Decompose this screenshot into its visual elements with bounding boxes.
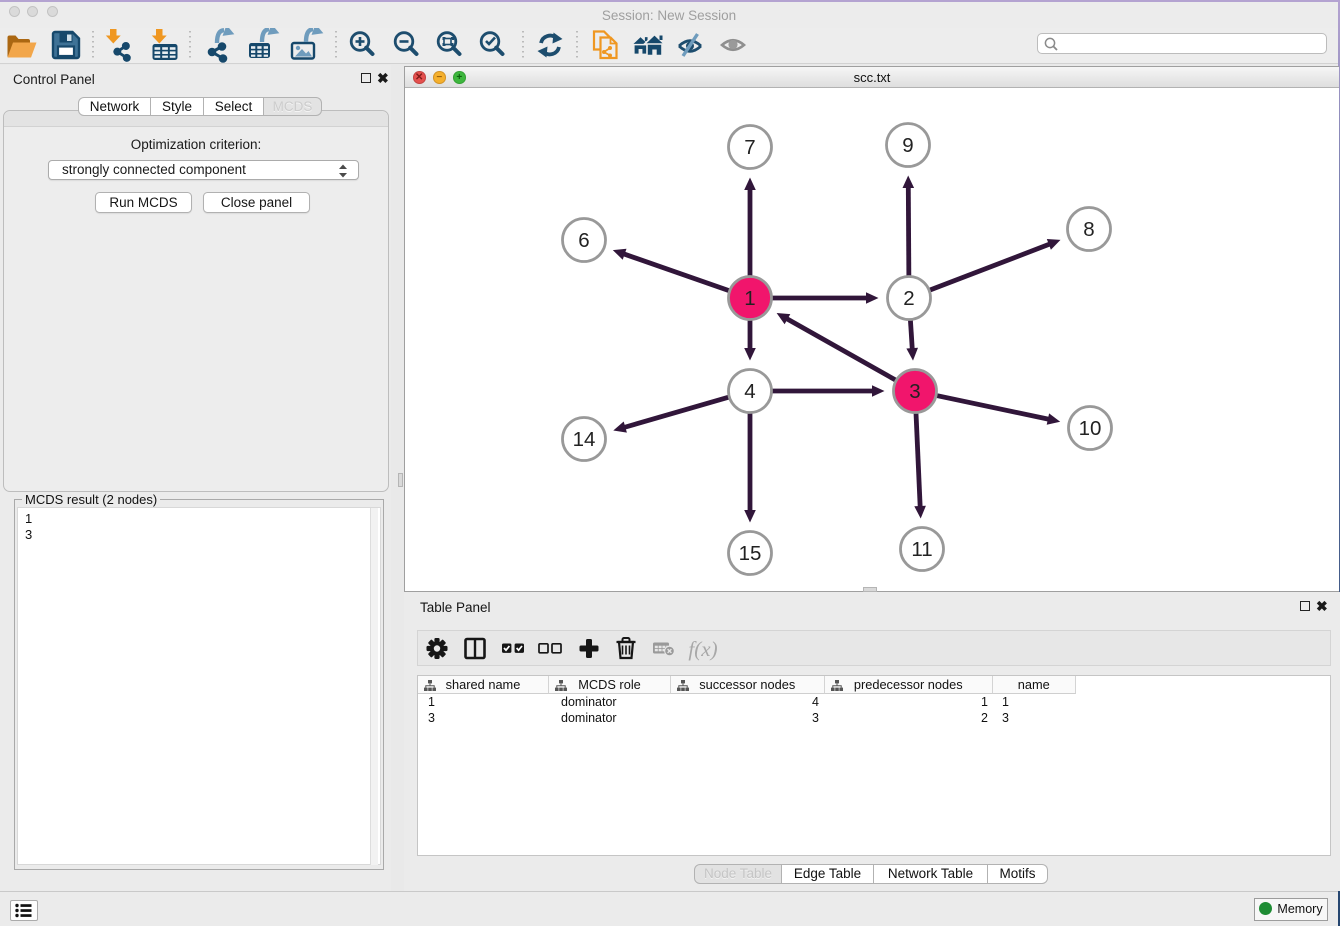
- svg-text:15: 15: [739, 542, 762, 565]
- svg-text:3: 3: [909, 380, 920, 403]
- svg-text:2: 2: [903, 287, 914, 310]
- svg-text:10: 10: [1079, 417, 1102, 440]
- svg-text:7: 7: [744, 136, 755, 159]
- svg-text:8: 8: [1083, 218, 1094, 241]
- svg-text:6: 6: [578, 229, 589, 252]
- svg-text:f(x): f(x): [688, 637, 717, 661]
- svg-text:11: 11: [911, 538, 932, 561]
- svg-text:1: 1: [744, 287, 755, 310]
- svg-text:9: 9: [902, 134, 913, 157]
- svg-text:14: 14: [573, 428, 596, 451]
- svg-text:4: 4: [744, 380, 755, 403]
